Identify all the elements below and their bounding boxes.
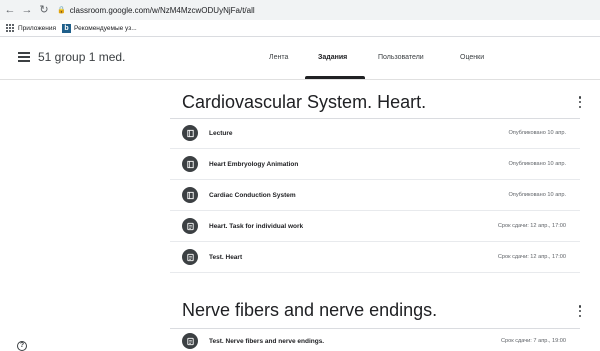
bookmark-apps[interactable]: Приложения xyxy=(6,23,57,33)
item-title: Heart Embryology Animation xyxy=(209,160,299,168)
item-meta: Срок сдачи: 12 апр., 17:00 xyxy=(497,254,566,260)
classroom-header: 51 group 1 med. Лента Задания Пользовате… xyxy=(0,38,600,80)
list-item[interactable]: Test. Heart Срок сдачи: 12 апр., 17:00 xyxy=(170,242,580,273)
tab-bar: Лента Задания Пользователи Оценки xyxy=(0,38,600,80)
address-bar[interactable]: 🔒 classroom.google.com/w/NzM4MzcwODUyNjF… xyxy=(57,2,577,18)
material-book-icon xyxy=(182,125,198,141)
bing-icon: b xyxy=(62,23,72,33)
tab-grades[interactable]: Оценки xyxy=(460,54,484,61)
url-text: classroom.google.com/w/NzM4MzcwODUyNjFa/… xyxy=(69,5,255,15)
more-vert-icon[interactable] xyxy=(578,305,582,317)
item-meta: Опубликовано 10 апр. xyxy=(508,161,566,167)
item-title: Test. Heart xyxy=(209,253,243,261)
material-book-icon xyxy=(182,156,198,172)
topic-title: Cardiovascular System. Heart. xyxy=(182,92,427,112)
more-vert-icon[interactable] xyxy=(578,96,582,108)
item-title: Lecture xyxy=(209,129,233,137)
bookmarks-bar: Приложения b Рекомендуемые уз... xyxy=(0,20,600,37)
list-item[interactable]: Test. Nerve fibers and nerve endings. Ср… xyxy=(170,331,580,351)
bookmark-label: Рекомендуемые уз... xyxy=(74,24,137,32)
tab-people[interactable]: Пользователи xyxy=(378,54,424,61)
apps-grid-icon xyxy=(6,23,15,33)
lock-icon: 🔒 xyxy=(57,7,66,14)
help-circle-icon[interactable]: ? xyxy=(17,341,27,351)
assignment-icon xyxy=(182,249,198,265)
list-item[interactable]: Lecture Опубликовано 10 апр. xyxy=(170,118,580,149)
reload-icon[interactable]: ↻ xyxy=(37,3,51,17)
active-tab-indicator xyxy=(305,76,365,79)
list-item[interactable]: Heart Embryology Animation Опубликовано … xyxy=(170,149,580,180)
item-meta: Срок сдачи: 12 апр., 17:00 xyxy=(497,223,566,229)
item-meta: Срок сдачи: 7 апр., 19:00 xyxy=(500,338,566,344)
item-meta: Опубликовано 10 апр. xyxy=(508,192,566,198)
browser-toolbar: ← → ↻ 🔒 classroom.google.com/w/NzM4MzcwO… xyxy=(0,0,600,20)
forward-arrow-icon[interactable]: → xyxy=(20,3,34,17)
topic-divider xyxy=(170,328,580,329)
assignment-icon xyxy=(182,218,198,234)
bookmark-recommended[interactable]: b Рекомендуемые уз... xyxy=(62,23,137,33)
item-meta: Опубликовано 10 апр. xyxy=(508,130,566,136)
assignment-icon xyxy=(182,333,198,349)
topic-title: Nerve fibers and nerve endings. xyxy=(182,300,438,320)
item-title: Heart. Task for individual work xyxy=(209,222,304,230)
bookmark-label: Приложения xyxy=(18,24,57,32)
list-item[interactable]: Heart. Task for individual work Срок сда… xyxy=(170,211,580,242)
tab-classwork[interactable]: Задания xyxy=(318,54,347,61)
item-title: Test. Nerve fibers and nerve endings. xyxy=(209,337,325,345)
tab-stream[interactable]: Лента xyxy=(269,54,288,61)
list-item[interactable]: Cardiac Conduction System Опубликовано 1… xyxy=(170,180,580,211)
back-arrow-icon[interactable]: ← xyxy=(3,3,17,17)
item-title: Cardiac Conduction System xyxy=(209,191,296,199)
material-book-icon xyxy=(182,187,198,203)
